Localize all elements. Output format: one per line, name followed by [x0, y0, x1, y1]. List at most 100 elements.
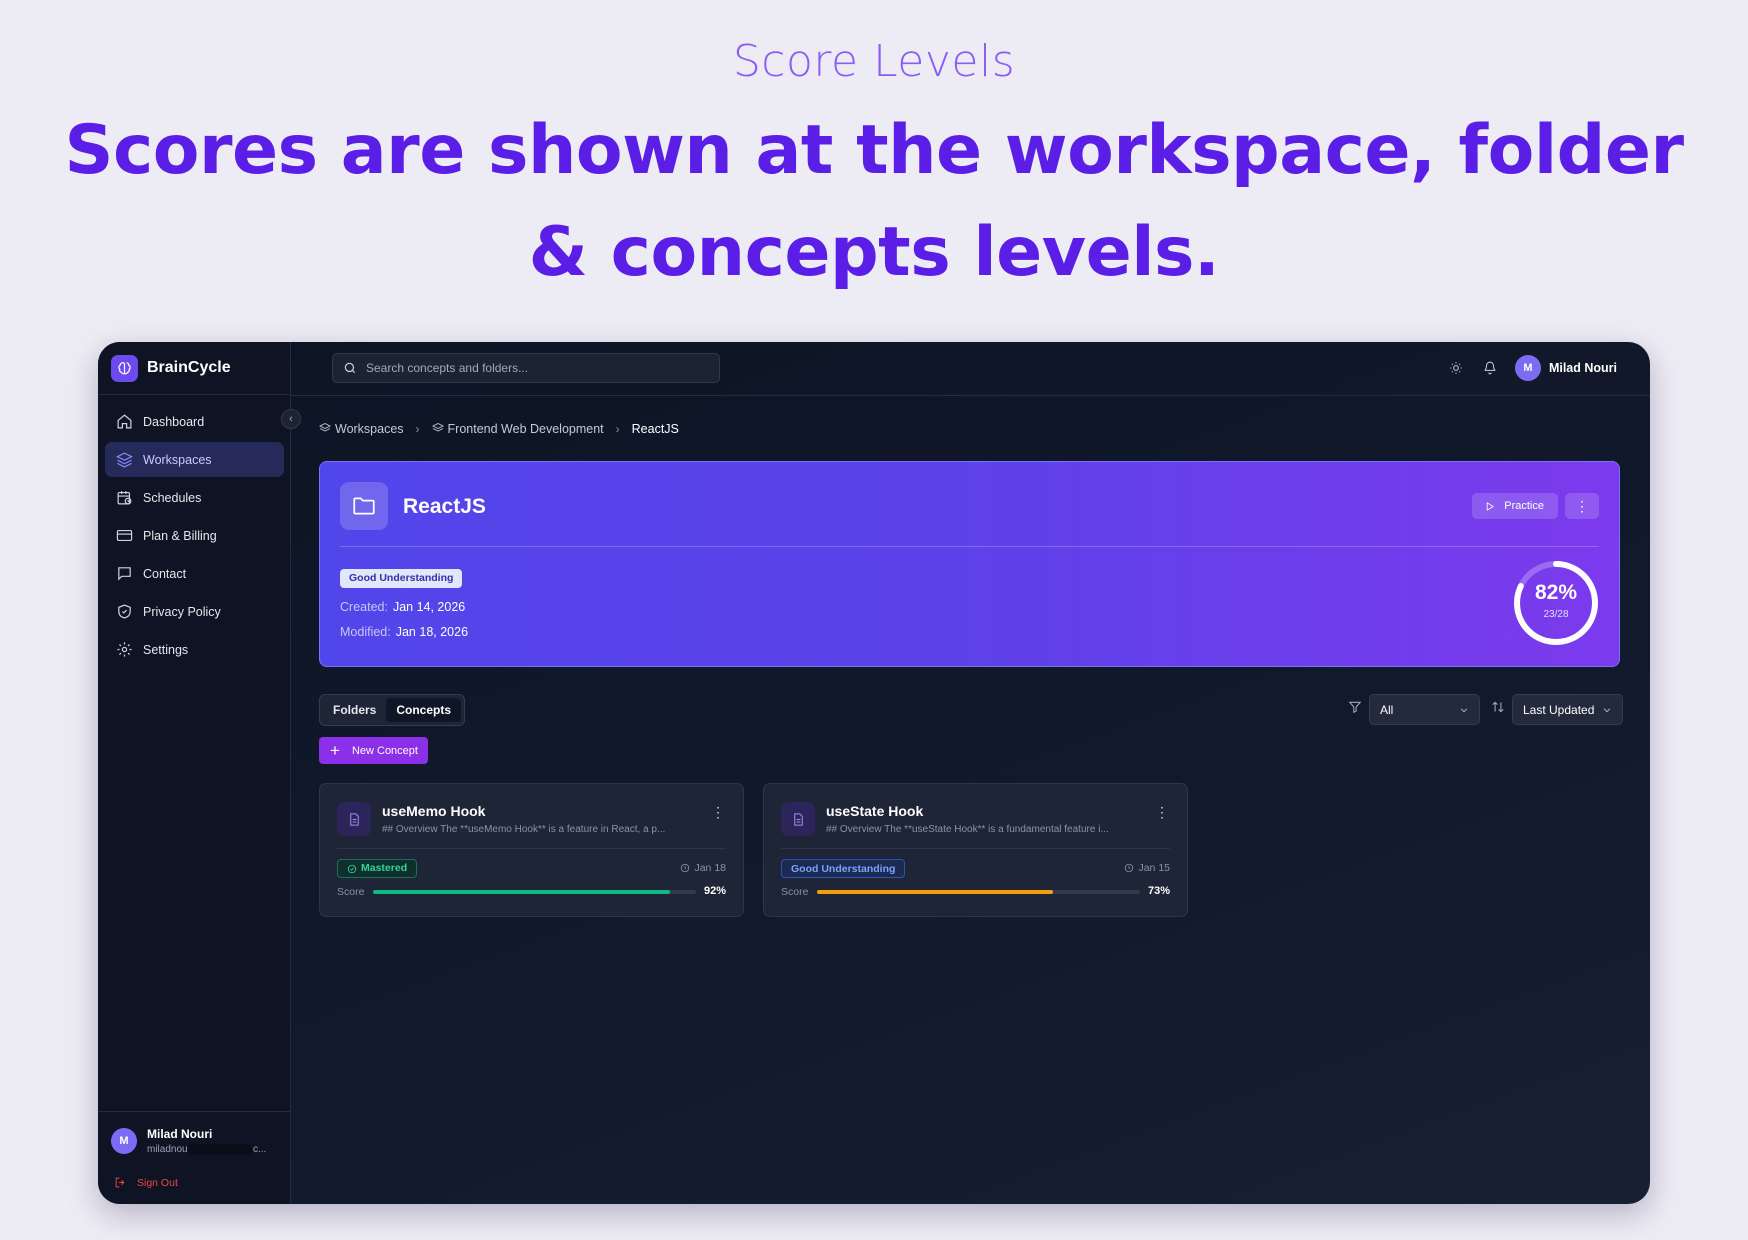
breadcrumb: Workspaces › Frontend Web Development › … [318, 422, 679, 436]
folder-header-card: ReactJS Practice ⋮ Good Understanding Cr… [319, 461, 1620, 667]
concept-title: useMemo Hook [382, 803, 486, 819]
layers-icon [115, 451, 133, 469]
divider [340, 546, 1599, 547]
message-icon [115, 565, 133, 583]
search-box[interactable] [332, 353, 720, 383]
concept-menu-button[interactable]: ⋮ [1155, 804, 1169, 821]
tab-concepts[interactable]: Concepts [386, 698, 462, 722]
concept-description: ## Overview The **useMemo Hook** is a fe… [382, 824, 666, 835]
filter-select[interactable]: All [1369, 694, 1480, 725]
bell-icon [1484, 361, 1496, 375]
clock-icon [1125, 863, 1134, 873]
search-icon [344, 362, 356, 374]
layers-icon [318, 422, 332, 432]
breadcrumb-frontend[interactable]: Frontend Web Development [431, 422, 604, 436]
sort-icon [1491, 700, 1505, 719]
practice-button[interactable]: Practice [1472, 493, 1558, 519]
score-percent: 82% [1534, 581, 1578, 604]
score-label: Score [781, 886, 809, 898]
sidebar-item-dashboard[interactable]: Dashboard [105, 404, 284, 439]
created-label: Created: [340, 600, 388, 614]
sidebar-item-settings[interactable]: Settings [105, 632, 284, 667]
chevron-right-icon: › [415, 422, 420, 436]
concept-menu-button[interactable]: ⋮ [711, 804, 725, 821]
score-count: 23/28 [1543, 609, 1569, 620]
sidebar-nav: Dashboard Workspaces Schedules Plan & Bi… [105, 404, 284, 670]
divider [781, 848, 1170, 849]
chevron-left-icon: ‹ [289, 413, 293, 425]
divider [337, 848, 726, 849]
theme-toggle-button[interactable] [1447, 359, 1465, 377]
sidebar-item-label: Workspaces [143, 452, 212, 467]
concept-card[interactable]: useState Hook ## Overview The **useState… [763, 783, 1188, 917]
concept-title: useState Hook [826, 803, 924, 819]
plus-icon: + [330, 741, 340, 760]
breadcrumb-workspaces[interactable]: Workspaces [318, 422, 404, 436]
promo-kicker: Score Levels [732, 36, 1016, 87]
modified-label: Modified: [340, 625, 391, 639]
tab-folders[interactable]: Folders [323, 698, 386, 722]
status-badge: Mastered [337, 859, 418, 878]
score-bar [373, 890, 696, 894]
concept-date: Jan 15 [1124, 862, 1170, 874]
sidebar-item-contact[interactable]: Contact [105, 556, 284, 591]
sidebar-item-plan-billing[interactable]: Plan & Billing [105, 518, 284, 553]
sidebar-user[interactable]: M Milad Nouri miladnou c... [111, 1127, 269, 1155]
chevron-right-icon: › [615, 422, 620, 436]
main-content: Workspaces › Frontend Web Development › … [291, 396, 1650, 1204]
redaction-mark [187, 1144, 252, 1155]
avatar: M [111, 1128, 137, 1154]
sidebar: BrainCycle Dashboard Workspaces Schedule… [98, 342, 291, 1204]
clock-icon [681, 863, 690, 873]
more-options-button[interactable]: ⋮ [1565, 493, 1599, 519]
collapse-sidebar-button[interactable]: ‹ [281, 409, 301, 429]
sidebar-item-privacy-policy[interactable]: Privacy Policy [105, 594, 284, 629]
score-label: Score [337, 886, 365, 898]
check-circle-icon [347, 864, 357, 873]
sidebar-item-workspaces[interactable]: Workspaces [105, 442, 284, 477]
concept-description: ## Overview The **useState Hook** is a f… [826, 824, 1109, 835]
sidebar-item-label: Plan & Billing [143, 528, 217, 543]
search-input[interactable] [366, 361, 686, 375]
modified-row: Modified: Jan 18, 2026 [340, 625, 468, 639]
avatar: M [1514, 355, 1541, 381]
brand[interactable]: BrainCycle [98, 342, 290, 395]
modified-value: Jan 18, 2026 [395, 625, 469, 639]
sidebar-item-label: Dashboard [143, 414, 205, 429]
promo-headline: Scores are shown at the workspace, folde… [64, 111, 1684, 292]
sidebar-footer: M Milad Nouri miladnou c... Sign Out [98, 1111, 291, 1204]
score-bar-fill [817, 890, 1053, 894]
score-ring: 82% 23/28 [1512, 559, 1600, 647]
filters: All Last Updated [1348, 694, 1623, 725]
shield-icon [115, 603, 133, 621]
document-icon [781, 802, 815, 836]
created-value: Jan 14, 2026 [392, 600, 466, 614]
score-bar-fill [373, 890, 671, 894]
chevron-down-icon [1603, 707, 1611, 712]
logout-icon [115, 1177, 125, 1188]
calendar-clock-icon [115, 489, 133, 507]
email-start: miladnou [147, 1144, 188, 1155]
sort-select[interactable]: Last Updated [1512, 694, 1623, 725]
sidebar-item-label: Privacy Policy [143, 604, 221, 619]
notifications-button[interactable] [1481, 359, 1499, 377]
new-concept-button[interactable]: + New Concept [319, 737, 428, 764]
sidebar-item-schedules[interactable]: Schedules [105, 480, 284, 515]
score-percent: 92% [703, 885, 726, 897]
email-end: c... [253, 1144, 267, 1155]
home-icon [115, 413, 133, 431]
credit-card-icon [115, 527, 133, 545]
score-percent: 73% [1147, 885, 1170, 897]
brain-icon [111, 354, 138, 382]
user-name: Milad Nouri [1548, 361, 1617, 375]
user-menu[interactable]: M Milad Nouri [1514, 355, 1617, 381]
chevron-down-icon [1460, 707, 1468, 712]
concept-card[interactable]: useMemo Hook ## Overview The **useMemo H… [319, 783, 744, 917]
view-tabs: Folders Concepts [319, 694, 466, 726]
folder-icon [340, 482, 388, 530]
sign-out-button[interactable]: Sign Out [114, 1176, 178, 1189]
sort-value: Last Updated [1523, 702, 1595, 717]
play-icon [1487, 501, 1495, 511]
filter-value: All [1380, 702, 1394, 717]
gear-icon [115, 641, 133, 659]
